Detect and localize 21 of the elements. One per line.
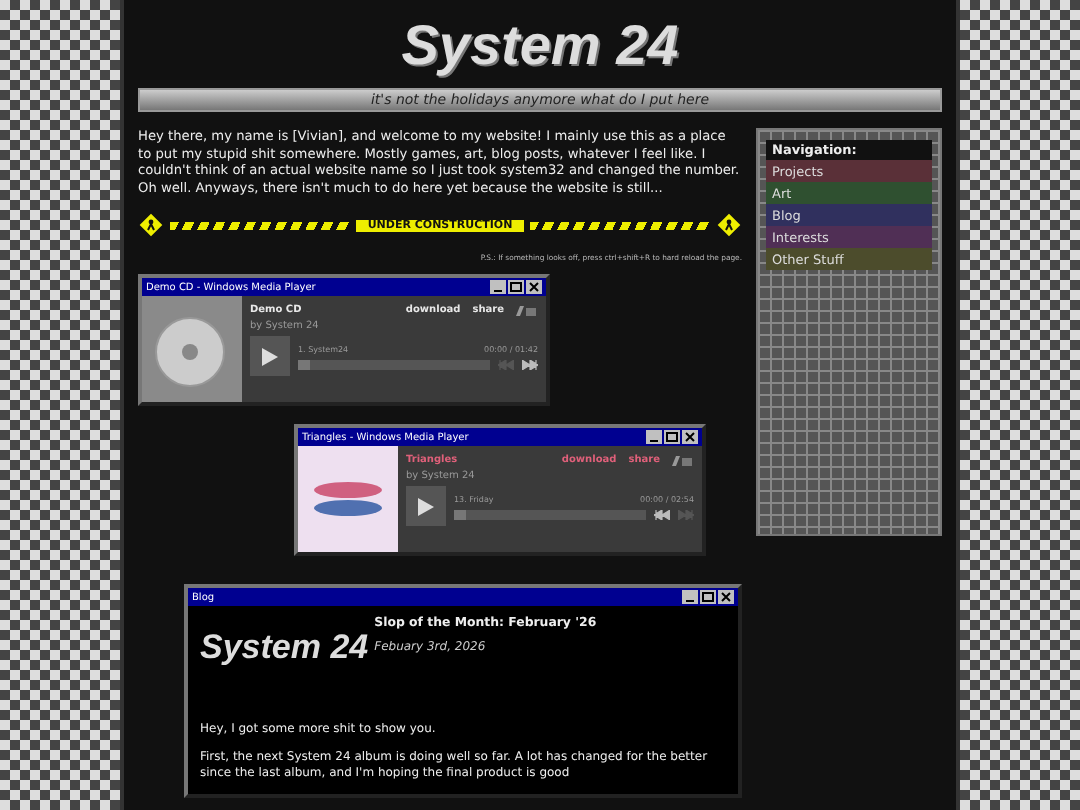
play-icon xyxy=(262,347,278,365)
previous-icon[interactable] xyxy=(654,509,670,519)
blog-logo: System 24 xyxy=(200,628,369,668)
progress-bar[interactable] xyxy=(298,359,490,369)
close-icon[interactable] xyxy=(718,590,734,604)
site-logo: System 24 xyxy=(401,12,679,80)
play-icon xyxy=(418,497,434,515)
close-icon[interactable] xyxy=(682,430,698,444)
fish-cover-icon xyxy=(298,446,398,552)
minimize-icon[interactable] xyxy=(682,590,698,604)
cd-cover-icon xyxy=(142,296,242,402)
maximize-icon[interactable] xyxy=(700,590,716,604)
close-icon[interactable] xyxy=(526,280,542,294)
maximize-icon[interactable] xyxy=(508,280,524,294)
next-icon[interactable] xyxy=(522,359,538,369)
play-button[interactable] xyxy=(250,336,290,376)
minimize-icon[interactable] xyxy=(646,430,662,444)
maximize-icon[interactable] xyxy=(664,430,680,444)
progress-bar[interactable] xyxy=(454,509,646,519)
play-button[interactable] xyxy=(406,486,446,526)
minimize-icon[interactable] xyxy=(490,280,506,294)
